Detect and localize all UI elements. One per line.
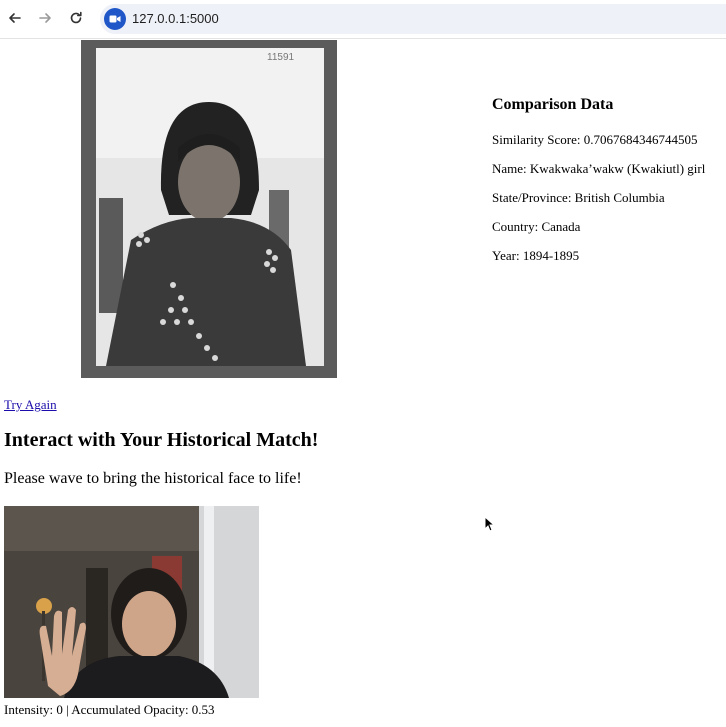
mouse-cursor-icon — [484, 516, 494, 532]
match-name: Name: Kwakwaka’wakw (Kwakiutl) girl — [492, 161, 706, 176]
address-bar[interactable]: 127.0.0.1:5000 — [100, 4, 726, 34]
reload-button[interactable] — [65, 7, 87, 29]
try-again-link[interactable]: Try Again — [4, 397, 57, 413]
comparison-heading: Comparison Data — [492, 96, 614, 113]
match-year: Year: 1894-1895 — [492, 248, 580, 263]
interact-title: Interact with Your Historical Match! — [4, 429, 319, 451]
site-info-button[interactable] — [104, 8, 126, 30]
reload-icon — [70, 11, 82, 24]
intensity-status: Intensity: 0 | Accumulated Opacity: 0.53 — [4, 702, 215, 717]
back-arrow-icon — [9, 13, 21, 23]
webcam-feed — [4, 506, 259, 698]
webcam-image — [4, 506, 259, 698]
forward-button[interactable] — [34, 7, 56, 29]
url-text[interactable]: 127.0.0.1:5000 — [132, 11, 219, 26]
similarity-score: Similarity Score: 0.7067684346744505 — [492, 132, 698, 147]
match-country: Country: Canada — [492, 219, 581, 234]
historical-portrait: 11591 — [81, 40, 337, 378]
forward-arrow-icon — [39, 13, 51, 23]
browser-toolbar: 127.0.0.1:5000 — [0, 0, 726, 39]
wave-instruction: Please wave to bring the historical face… — [4, 470, 302, 487]
comparison-panel: Comparison Data Similarity Score: 0.7067… — [492, 96, 726, 277]
portrait-corner-note: 11591 — [267, 52, 295, 63]
video-camera-icon — [109, 15, 121, 23]
back-button[interactable] — [4, 7, 26, 29]
match-state: State/Province: British Columbia — [492, 190, 665, 205]
portrait-photo: 11591 — [96, 48, 324, 366]
